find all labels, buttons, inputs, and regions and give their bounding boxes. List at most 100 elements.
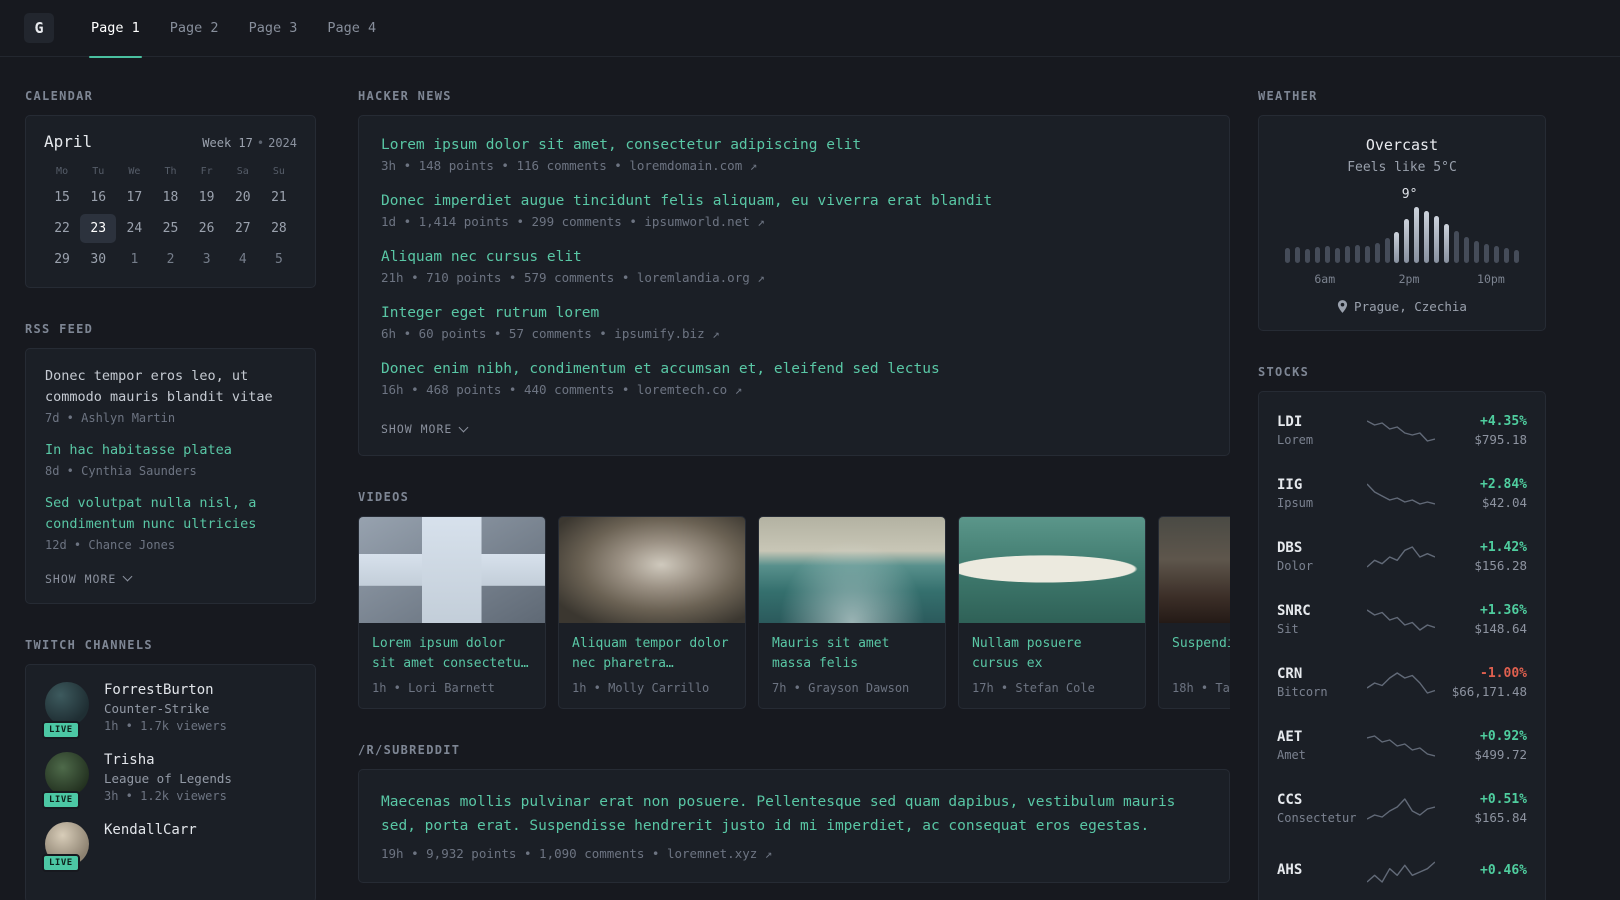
video-title[interactable]: Nullam posuere cursus ex [959, 623, 1145, 674]
rss-item-title[interactable]: Donec tempor eros leo, ut commodo mauris… [45, 366, 296, 408]
live-badge: LIVE [42, 853, 80, 872]
stock-row[interactable]: AHS +0.46% [1277, 848, 1527, 895]
video-card[interactable]: Mauris sit amet massa felis 7h • Grayson… [758, 516, 946, 709]
stock-row[interactable]: SNRC Sit +1.36% $148.64 [1277, 596, 1527, 643]
stock-change: +0.92% [1480, 729, 1527, 744]
hn-story-meta: 1d • 1,414 points • 299 comments • ipsum… [381, 214, 765, 229]
stock-row[interactable]: DBS Dolor +1.42% $156.28 [1277, 533, 1527, 580]
dow-label: Mo [56, 166, 69, 177]
rss-item[interactable]: Sed volutpat nulla nisl, a condimentum n… [45, 493, 296, 552]
channel-name[interactable]: Trisha [104, 752, 232, 768]
weather-location: Prague, Czechia [1275, 299, 1529, 314]
calendar-day-next-month: 2 [166, 252, 175, 267]
channel-name[interactable]: ForrestBurton [104, 682, 227, 698]
twitch-channel[interactable]: LIVE ForrestBurton Counter-Strike 1h • 1… [42, 681, 296, 739]
hn-story[interactable]: Lorem ipsum dolor sit amet, consectetur … [381, 137, 1207, 173]
twitch-channel[interactable]: LIVE KendallCarr [42, 821, 296, 872]
separator-dot: • [256, 136, 265, 150]
video-thumbnail[interactable] [559, 517, 745, 623]
rss-widget-title: RSS FEED [25, 322, 94, 336]
weather-condition: Overcast [1365, 136, 1439, 154]
avatar-wrapper: LIVE [42, 751, 89, 809]
video-title[interactable]: Lorem ipsum dolor sit amet consectetu… [359, 623, 545, 674]
reddit-post-title[interactable]: Maecenas mollis pulvinar erat non posuer… [381, 791, 1207, 839]
video-card[interactable]: Nullam posuere cursus ex 17h • Stefan Co… [958, 516, 1146, 709]
video-card[interactable]: Aliquam tempor dolor nec pharetra… 1h • … [558, 516, 746, 709]
weather-time: 2pm [1398, 272, 1420, 286]
stock-symbol: AET [1277, 729, 1303, 745]
stock-row[interactable]: IIG Ipsum +2.84% $42.04 [1277, 470, 1527, 517]
rss-item-title[interactable]: In hac habitasse platea [45, 440, 296, 461]
stock-values: +1.42% $156.28 [1439, 540, 1527, 573]
stock-row[interactable]: CCS Consectetur +0.51% $165.84 [1277, 785, 1527, 832]
video-meta: 1h • Molly Carrillo [572, 681, 710, 695]
calendar-day-next-month: 3 [202, 252, 211, 267]
video-thumbnail[interactable] [759, 517, 945, 623]
calendar-day: 17 [126, 190, 143, 205]
chevron-down-icon [122, 571, 133, 582]
weather-location-label: Prague, Czechia [1354, 299, 1467, 314]
rss-item[interactable]: Donec tempor eros leo, ut commodo mauris… [45, 366, 296, 425]
twitch-channel[interactable]: LIVE Trisha League of Legends 3h • 1.2k … [42, 751, 296, 809]
stock-name: Lorem [1277, 433, 1314, 447]
stock-price: $148.64 [1474, 621, 1527, 636]
hn-story-title[interactable]: Integer eget rutrum lorem [381, 305, 1207, 321]
rss-show-more-button[interactable]: SHOW MORE [45, 571, 133, 586]
tab-page-4[interactable]: Page 4 [312, 0, 391, 57]
calendar-card: April Week 17 • 2024 Mo Tu We Th Fr Sa Su … [25, 115, 316, 288]
hn-story-meta: 6h • 60 points • 57 comments • ipsumify.… [381, 326, 720, 341]
stock-sparkline [1363, 481, 1439, 507]
channel-viewers: 1h • 1.7k viewers [104, 718, 227, 733]
hn-story-title[interactable]: Aliquam nec cursus elit [381, 249, 1207, 265]
rss-item-meta: 8d • Cynthia Saunders [45, 463, 197, 478]
video-card[interactable]: Lorem ipsum dolor sit amet consectetu… 1… [358, 516, 546, 709]
hn-story-title[interactable]: Lorem ipsum dolor sit amet, consectetur … [381, 137, 1207, 153]
hn-show-more-button[interactable]: SHOW MORE [381, 422, 469, 436]
video-thumbnail[interactable] [1159, 517, 1230, 623]
hn-story[interactable]: Donec enim nibh, condimentum et accumsan… [381, 361, 1207, 397]
hn-story[interactable]: Integer eget rutrum lorem 6h • 60 points… [381, 305, 1207, 341]
hn-story-title[interactable]: Donec enim nibh, condimentum et accumsan… [381, 361, 1207, 377]
hn-story[interactable]: Aliquam nec cursus elit 21h • 710 points… [381, 249, 1207, 285]
tab-page-3[interactable]: Page 3 [234, 0, 313, 57]
stock-name: Amet [1277, 748, 1306, 762]
hn-story-title[interactable]: Donec imperdiet augue tincidunt felis al… [381, 193, 1207, 209]
video-thumbnail[interactable] [359, 517, 545, 623]
stock-change: +1.36% [1480, 603, 1527, 618]
app-logo[interactable]: G [24, 13, 54, 43]
weather-bar [1484, 243, 1490, 263]
video-card[interactable]: Suspendisse diam 18h • Tara [1158, 516, 1230, 709]
weather-bar [1294, 246, 1300, 263]
weather-bar [1444, 223, 1450, 263]
calendar-day: 28 [271, 221, 287, 236]
weather-bar [1344, 246, 1350, 263]
weather-bar [1394, 231, 1400, 263]
channel-name[interactable]: KendallCarr [104, 822, 197, 838]
avatar [45, 681, 89, 726]
calendar-day-headers: Mo Tu We Th Fr Sa Su [44, 166, 297, 177]
video-title[interactable]: Suspendisse diam [1159, 623, 1230, 674]
hackernews-widget-title: HACKER NEWS [358, 89, 452, 103]
tab-page-2[interactable]: Page 2 [155, 0, 234, 57]
subreddit-card: Maecenas mollis pulvinar erat non posuer… [358, 769, 1230, 883]
calendar-day-next-month: 1 [130, 252, 139, 267]
hackernews-card: Lorem ipsum dolor sit amet, consectetur … [358, 115, 1230, 456]
stock-row[interactable]: CRN Bitcorn -1.00% $66,171.48 [1277, 659, 1527, 706]
video-thumbnail[interactable] [959, 517, 1145, 623]
weather-time: 6am [1314, 272, 1336, 286]
dow-label: Th [164, 166, 177, 177]
glance-dashboard: { "colors": { "accent": "#4ac0a0", "link… [0, 0, 1620, 900]
hn-story[interactable]: Donec imperdiet augue tincidunt felis al… [381, 193, 1207, 229]
weather-bar [1304, 249, 1310, 263]
tab-page-1[interactable]: Page 1 [76, 0, 155, 58]
calendar-day-next-month: 5 [275, 252, 283, 267]
stock-row[interactable]: AET Amet +0.92% $499.72 [1277, 722, 1527, 769]
stock-sparkline [1363, 607, 1439, 633]
rss-item[interactable]: In hac habitasse platea 8d • Cynthia Sau… [45, 440, 296, 478]
rss-item-title[interactable]: Sed volutpat nulla nisl, a condimentum n… [45, 493, 296, 535]
weather-bar [1364, 246, 1370, 263]
video-title[interactable]: Aliquam tempor dolor nec pharetra… [559, 623, 745, 674]
stock-row[interactable]: LDI Lorem +4.35% $795.18 [1277, 407, 1527, 454]
video-title[interactable]: Mauris sit amet massa felis [759, 623, 945, 674]
videos-row[interactable]: Lorem ipsum dolor sit amet consectetu… 1… [358, 516, 1230, 709]
